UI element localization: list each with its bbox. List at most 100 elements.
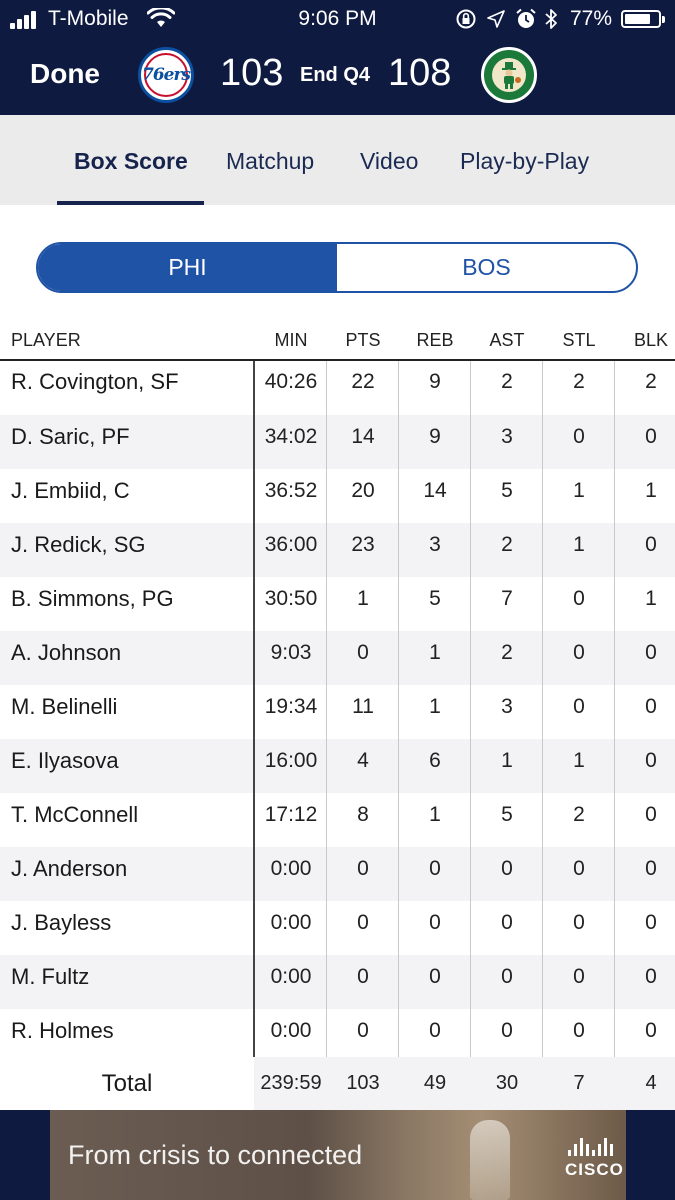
stat-stl: 2 [573,370,585,393]
alarm-clock-icon [516,8,536,28]
column-divider [398,361,399,1110]
player-name[interactable]: B. Simmons, PG [11,577,174,621]
stat-stl: 0 [573,695,585,718]
stat-reb: 0 [429,911,441,934]
stat-pts: 0 [357,641,369,664]
player-row[interactable]: T. McConnell 17:12 8 1 5 2 0 [0,793,675,847]
column-divider [326,361,327,1110]
stat-pts: 0 [357,911,369,934]
stat-pts: 1 [357,587,369,610]
stat-pts: 0 [357,857,369,880]
stat-ast: 5 [501,803,513,826]
player-row[interactable]: M. Fultz 0:00 0 0 0 0 0 [0,955,675,1009]
stat-blk: 0 [645,803,657,826]
player-row[interactable]: J. Anderson 0:00 0 0 0 0 0 [0,847,675,901]
player-name[interactable]: J. Embiid, C [11,469,130,513]
stat-ast: 7 [501,587,513,610]
done-button[interactable]: Done [30,58,100,90]
tab-matchup[interactable]: Matchup [226,148,314,175]
player-name[interactable]: D. Saric, PF [11,415,130,459]
player-name[interactable]: T. McConnell [11,793,138,837]
away-score: 108 [388,52,452,94]
player-row[interactable]: R. Holmes 0:00 0 0 0 0 0 [0,1009,675,1063]
player-row[interactable]: E. Ilyasova 16:00 4 6 1 1 0 [0,739,675,793]
box-score-header: PLAYER MIN PTS REB AST STL BLK [0,318,675,361]
section-tabs: Box Score Matchup Video Play-by-Play [0,115,675,205]
player-name[interactable]: R. Covington, SF [11,361,179,403]
stat-pts: 11 [352,695,374,718]
stat-ast: 3 [501,695,513,718]
stat-blk: 1 [645,479,657,502]
game-header: T-Mobile 9:06 PM 77% Done 76ers 103 End … [0,0,675,115]
stat-blk: 0 [645,857,657,880]
rotation-lock-icon [456,9,476,29]
player-row[interactable]: J. Redick, SG 36:00 23 3 2 1 0 [0,523,675,577]
tab-play-by-play[interactable]: Play-by-Play [460,148,589,175]
stat-reb: 6 [429,749,441,772]
stat-min: 30:50 [264,587,318,610]
stat-min: 0:00 [270,1019,312,1042]
celtics-logo-icon[interactable] [481,47,537,103]
total-blk: 4 [645,1072,657,1094]
stat-reb: 1 [429,641,441,664]
totals-label: Total [0,1057,254,1110]
total-pts: 103 [346,1072,380,1094]
stat-pts: 20 [351,479,375,502]
tab-video[interactable]: Video [360,148,418,175]
stat-stl: 1 [573,479,585,502]
col-header-player: PLAYER [11,330,81,350]
sixers-logo-icon[interactable]: 76ers [138,47,194,103]
player-name[interactable]: J. Bayless [11,901,111,945]
col-header-pts: PTS [345,330,381,350]
stat-pts: 0 [357,965,369,988]
status-bar: T-Mobile 9:06 PM 77% [0,0,675,38]
stat-pts: 14 [351,425,375,448]
col-header-min: MIN [274,330,308,350]
stat-min: 34:02 [264,425,318,448]
stat-reb: 0 [429,1019,441,1042]
stat-pts: 23 [351,533,375,556]
stat-reb: 0 [429,857,441,880]
stat-stl: 1 [573,533,585,556]
stat-blk: 0 [645,965,657,988]
col-header-stl: STL [562,330,596,350]
player-row[interactable]: J. Embiid, C 36:52 20 14 5 1 1 [0,469,675,523]
col-header-reb: REB [416,330,454,350]
stat-ast: 2 [501,641,513,664]
stat-ast: 0 [501,1019,513,1042]
stat-blk: 0 [645,425,657,448]
box-score-rows: R. Covington, SF 40:26 22 9 2 2 2 D. Saric, PF 3… [0,361,675,1063]
stat-min: 0:00 [270,911,312,934]
stat-ast: 3 [501,425,513,448]
player-row[interactable]: A. Johnson 9:03 0 1 2 0 0 [0,631,675,685]
stat-reb: 0 [429,965,441,988]
player-name[interactable]: R. Holmes [11,1009,114,1053]
stat-blk: 0 [645,695,657,718]
ad-banner[interactable]: From crisis to connected CISCO [50,1110,626,1200]
stat-ast: 0 [501,965,513,988]
stat-ast: 2 [501,370,513,393]
player-row[interactable]: D. Saric, PF 34:02 14 9 3 0 0 [0,415,675,469]
ad-banner-area: From crisis to connected CISCO [0,1110,675,1200]
player-row[interactable]: R. Covington, SF 40:26 22 9 2 2 2 [0,361,675,415]
stat-min: 36:52 [264,479,318,502]
player-name[interactable]: J. Anderson [11,847,127,891]
active-tab-indicator [57,201,204,205]
player-row[interactable]: B. Simmons, PG 30:50 1 5 7 0 1 [0,577,675,631]
tab-box-score[interactable]: Box Score [74,148,188,175]
ad-brand: CISCO [565,1160,624,1179]
team-toggle-phi[interactable]: PHI [38,244,337,291]
player-name[interactable]: M. Fultz [11,955,89,999]
player-name[interactable]: M. Belinelli [11,685,117,729]
cisco-logo-icon [568,1136,613,1156]
total-stl: 7 [573,1072,585,1094]
player-name[interactable]: A. Johnson [11,631,121,675]
totals-row: Total 239:59 103 49 30 7 4 [0,1057,675,1110]
player-name[interactable]: E. Ilyasova [11,739,119,783]
stat-reb: 3 [429,533,441,556]
player-row[interactable]: J. Bayless 0:00 0 0 0 0 0 [0,901,675,955]
player-row[interactable]: M. Belinelli 19:34 11 1 3 0 0 [0,685,675,739]
team-toggle-bos[interactable]: BOS [337,244,636,291]
player-name[interactable]: J. Redick, SG [11,523,145,567]
location-arrow-icon [487,10,505,28]
